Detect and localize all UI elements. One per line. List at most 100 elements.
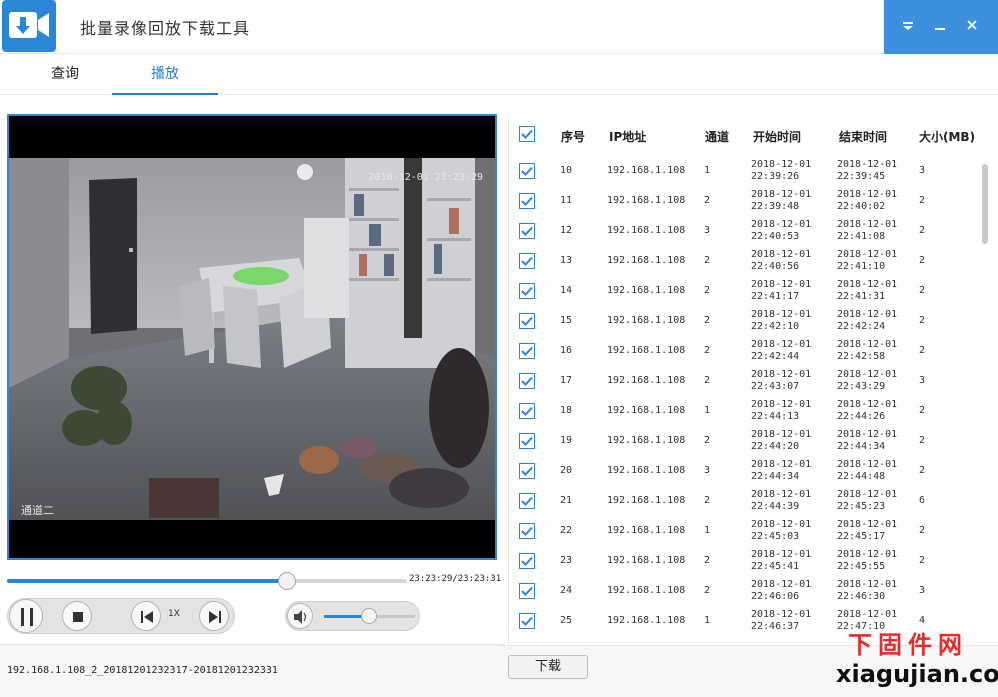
volume-slider[interactable] <box>324 608 415 624</box>
table-row[interactable]: 10 192.168.1.108 1 2018-12-01 22:39:26 2018-1… <box>509 157 979 187</box>
recording-list-panel: 序号 IP地址 通道 开始时间 结束时间 大小(MB) 10 192.168.1.… <box>508 116 990 644</box>
cell-end-date: 2018-12-01 <box>837 609 898 620</box>
check-icon <box>521 286 533 296</box>
cell-start-date: 2018-12-01 <box>751 219 812 230</box>
row-checkbox[interactable] <box>519 373 535 389</box>
file-status-bar: 192.168.1.108_2_20181201232317-201812012… <box>0 644 505 697</box>
cell-ip: 192.168.1.108 <box>607 255 686 266</box>
list-scrollbar[interactable] <box>982 164 988 244</box>
row-checkbox[interactable] <box>519 553 535 569</box>
row-checkbox[interactable] <box>519 463 535 479</box>
row-checkbox[interactable] <box>519 313 535 329</box>
cell-end-date: 2018-12-01 <box>837 429 898 440</box>
table-row[interactable]: 21 192.168.1.108 2 2018-12-01 22:44:39 2018-1… <box>509 487 979 517</box>
row-checkbox[interactable] <box>519 283 535 299</box>
cell-channel: 3 <box>704 225 711 236</box>
table-row[interactable]: 14 192.168.1.108 2 2018-12-01 22:41:17 2018-1… <box>509 277 979 307</box>
col-header-end: 结束时间 <box>839 130 888 144</box>
cell-end-date: 2018-12-01 <box>837 489 898 500</box>
check-icon <box>521 466 533 476</box>
cell-size: 2 <box>919 345 926 356</box>
stop-icon <box>73 612 83 622</box>
table-row[interactable]: 16 192.168.1.108 2 2018-12-01 22:42:44 2018-1… <box>509 337 979 367</box>
download-button[interactable]: 下载 <box>508 655 588 679</box>
cell-start-time: 22:44:13 <box>751 411 800 422</box>
previous-button[interactable] <box>131 601 161 631</box>
cell-channel: 1 <box>704 405 711 416</box>
stop-button[interactable] <box>62 601 92 631</box>
cell-end-time: 22:45:17 <box>837 531 886 542</box>
check-icon <box>521 316 533 326</box>
row-checkbox[interactable] <box>519 343 535 359</box>
row-checkbox[interactable] <box>519 433 535 449</box>
volume-knob[interactable] <box>360 608 377 624</box>
row-checkbox[interactable] <box>519 223 535 239</box>
cell-size: 2 <box>919 195 926 206</box>
cell-start-date: 2018-12-01 <box>751 609 812 620</box>
cell-start-time: 22:39:26 <box>751 171 800 182</box>
tab-query[interactable]: 查询 <box>12 63 118 95</box>
row-checkbox[interactable] <box>519 523 535 539</box>
minimize-button[interactable] <box>928 14 952 38</box>
table-header: 序号 IP地址 通道 开始时间 结束时间 大小(MB) <box>509 116 990 154</box>
playback-progress-slider[interactable] <box>7 572 407 590</box>
cell-end-time: 22:39:45 <box>837 171 886 182</box>
cell-no: 23 <box>560 555 573 566</box>
cell-ip: 192.168.1.108 <box>607 615 686 626</box>
cell-start-date: 2018-12-01 <box>751 339 812 350</box>
cell-end-date: 2018-12-01 <box>837 339 898 350</box>
cell-channel: 1 <box>704 525 711 536</box>
col-header-no: 序号 <box>561 130 586 144</box>
cell-channel: 2 <box>704 585 711 596</box>
row-checkbox[interactable] <box>519 193 535 209</box>
table-row[interactable]: 17 192.168.1.108 2 2018-12-01 22:43:07 2018-1… <box>509 367 979 397</box>
cell-channel: 2 <box>704 375 711 386</box>
table-row[interactable]: 13 192.168.1.108 2 2018-12-01 22:40:56 2018-1… <box>509 247 979 277</box>
progress-knob[interactable] <box>278 572 296 590</box>
cell-channel: 2 <box>704 255 711 266</box>
table-row[interactable]: 11 192.168.1.108 2 2018-12-01 22:39:48 2018-1… <box>509 187 979 217</box>
table-row[interactable]: 12 192.168.1.108 3 2018-12-01 22:40:53 2018-1… <box>509 217 979 247</box>
row-checkbox[interactable] <box>519 613 535 629</box>
skip-back-icon <box>141 611 153 623</box>
cell-ip: 192.168.1.108 <box>607 585 686 596</box>
row-checkbox[interactable] <box>519 253 535 269</box>
cell-size: 3 <box>919 375 926 386</box>
cell-no: 12 <box>560 225 573 236</box>
cell-start-time: 22:43:07 <box>751 381 800 392</box>
table-row[interactable]: 19 192.168.1.108 2 2018-12-01 22:44:20 2018-1… <box>509 427 979 457</box>
cell-end-date: 2018-12-01 <box>837 579 898 590</box>
window-controls <box>884 0 998 54</box>
tab-playback[interactable]: 播放 <box>112 63 218 95</box>
check-icon <box>521 376 533 386</box>
pause-icon <box>21 608 33 626</box>
table-row[interactable]: 15 192.168.1.108 2 2018-12-01 22:42:10 2018-1… <box>509 307 979 337</box>
cell-start-time: 22:42:44 <box>751 351 800 362</box>
table-row[interactable]: 24 192.168.1.108 2 2018-12-01 22:46:06 2018-1… <box>509 577 979 607</box>
cell-start-time: 22:44:34 <box>751 471 800 482</box>
table-row[interactable]: 18 192.168.1.108 1 2018-12-01 22:44:13 2018-1… <box>509 397 979 427</box>
check-icon <box>521 556 533 566</box>
pause-button[interactable] <box>9 599 43 633</box>
video-timestamp-overlay: 2018-12-01 23:23:29 <box>368 172 483 183</box>
row-checkbox[interactable] <box>519 163 535 179</box>
table-row[interactable]: 20 192.168.1.108 3 2018-12-01 22:44:34 2018-1… <box>509 457 979 487</box>
col-header-channel: 通道 <box>705 130 730 144</box>
next-button[interactable] <box>199 601 229 631</box>
table-row[interactable]: 22 192.168.1.108 1 2018-12-01 22:45:03 2018-1… <box>509 517 979 547</box>
row-checkbox[interactable] <box>519 493 535 509</box>
table-row[interactable]: 23 192.168.1.108 2 2018-12-01 22:45:41 2018-1… <box>509 547 979 577</box>
select-all-checkbox[interactable] <box>519 126 535 142</box>
dropdown-menu-button[interactable] <box>896 14 920 38</box>
video-viewport[interactable]: 2018-12-01 23:23:29 通道二 <box>7 114 497 560</box>
close-icon <box>967 20 977 30</box>
row-checkbox[interactable] <box>519 403 535 419</box>
row-checkbox[interactable] <box>519 583 535 599</box>
mute-button[interactable] <box>287 603 313 629</box>
time-readout: 23:23:29/23:23:31 <box>409 574 502 584</box>
cell-start-date: 2018-12-01 <box>751 309 812 320</box>
cell-no: 13 <box>560 255 573 266</box>
app-window: 批量录像回放下载工具 查询 播放 2018-12-01 23:23:29 通道二… <box>0 0 998 697</box>
video-download-icon <box>9 12 49 38</box>
close-button[interactable] <box>960 14 984 38</box>
